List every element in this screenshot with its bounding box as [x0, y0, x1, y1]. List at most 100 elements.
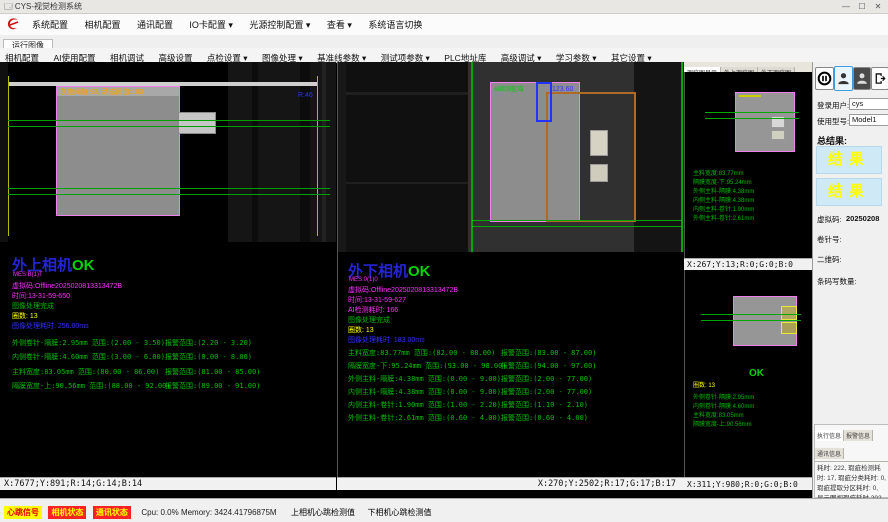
thumb-measure-line: 主料宽度:83.05mm — [693, 410, 744, 419]
result-box-upper: 结果 — [816, 146, 882, 174]
measurement-row: 内侧主料-卷针:1.90mm 范围:(1.00 - 2.20) — [348, 400, 501, 410]
yellow-guide-line — [8, 76, 9, 236]
middle-time-text: 时间:13-31-59-627 — [348, 295, 406, 305]
machinery-shade — [300, 62, 310, 242]
info-tab-bar: 执行信息报警信息通讯信息 — [815, 425, 888, 462]
thumbnail-panel-top[interactable]: 主料宽度:83.77mm 隔膜宽度-下:95.24mm 外侧主料-隔膜:4.38… — [684, 72, 812, 258]
virtual-code-value: 20250208 — [846, 214, 879, 223]
camera-status-badge: 相机状态 — [48, 506, 86, 519]
menu-io-config[interactable]: IO卡配置 ▾ — [183, 14, 239, 31]
ai-detect-box-orange — [546, 92, 636, 222]
thumb-measure-line: 隔膜宽度-下:95.24mm — [693, 177, 752, 186]
measure-line-green — [705, 112, 799, 113]
thumb2-ok-status: OK — [749, 368, 764, 379]
secondary-toolbar: 相机配置 AI使用配置 相机调试 高级设置 点检设置 ▾ 图像处理 ▾ 基准线参… — [0, 48, 888, 63]
alarm-range: 报警范围:(83.00 - 87.00) — [501, 348, 596, 358]
r-value-overlay: R:46 — [298, 92, 313, 99]
left-done-text: 图像处理完成 — [12, 301, 54, 311]
machinery-shade — [634, 62, 684, 252]
thumb-measure-line: 外侧主料-卷针:2.61mm — [693, 213, 754, 222]
alarm-range: 报警范围:(0.00 - 8.00) — [165, 352, 252, 362]
measure-line-green — [8, 120, 330, 121]
measurement-row: 内侧主料-隔膜:4.38mm 范围:(0.00 - 9.00) — [348, 387, 501, 397]
comm-status-badge: 通讯状态 — [93, 506, 131, 519]
title-bar: 🗔 CYS-视觉检测系统 —☐✕ — [0, 0, 888, 14]
menu-comm-config[interactable]: 通讯配置 — [131, 14, 179, 31]
user-dark-icon — [854, 69, 870, 88]
result-box-lower: 结果 — [816, 178, 882, 206]
left-panel-statusbar: X:7677;Y:891;R:14;G:14;B:14 — [0, 477, 336, 490]
virtual-code-label: 虚拟码: — [817, 214, 842, 225]
user-dark-button[interactable] — [853, 67, 871, 90]
thumb-measure-line: 内侧主料-卷针:1.90mm — [693, 204, 754, 213]
threshold-overlay-text: 灰度阈值:93, 动态阈值:100 — [60, 87, 143, 97]
middle-cursor-coords: X:270;Y:2502;R:17;G:17;B:17 — [538, 479, 676, 489]
user-login-button[interactable] — [834, 66, 853, 91]
measure-line-green — [8, 194, 330, 195]
thumb-measure-line: 内侧卷针-隔膜:4.60mm — [693, 401, 754, 410]
measurement-row: 外侧主料-隔膜:4.38mm 范围:(0.00 - 9.00) — [348, 374, 501, 384]
thumb2-statusbar: X:311;Y:980;R:0;G:0;B:0 — [684, 477, 812, 490]
login-user-label: 登录用户: — [817, 100, 849, 111]
login-user-field[interactable]: cys — [849, 98, 888, 110]
yellow-guide-line — [317, 76, 318, 236]
machinery-shade — [228, 62, 336, 242]
model-field[interactable]: Model1 — [849, 114, 888, 126]
left-time-text: 时间:13-31-59-650 — [12, 291, 70, 301]
machinery-shade — [346, 62, 468, 252]
exit-icon — [872, 69, 888, 88]
menu-bar: 系统配置 相机配置 通讯配置 IO卡配置 ▾ 光源控制配置 ▾ 查看 ▾ 系统语… — [0, 14, 888, 36]
gripper-part — [178, 112, 216, 134]
cell-region-box — [735, 92, 795, 152]
thumb-measure-line: 主料宽度:83.77mm — [693, 168, 744, 177]
alarm-range: 报警范围:(0.60 - 4.00) — [501, 413, 588, 423]
ai-region-label: AI检测区域 — [494, 84, 524, 93]
left-camera-panel[interactable]: 灰度阈值:93, 动态阈值:100 R:46 外上相机OK MES:B(1)T … — [0, 62, 336, 477]
user-icon — [835, 68, 852, 89]
thumb-measure-line: 内侧主料-隔膜:4.38mm — [693, 195, 754, 204]
qr-code-label: 二维码: — [817, 254, 842, 265]
upper-camera-heartbeat: 上相机心跳检测值 — [291, 508, 355, 517]
menu-light-config[interactable]: 光源控制配置 ▾ — [243, 14, 316, 31]
measure-value-blue: 123.60 — [552, 86, 573, 93]
alarm-range: 报警范围:(89.00 - 91.00) — [165, 381, 260, 391]
maximize-button[interactable]: ☐ — [854, 0, 870, 13]
info-panel: 执行信息报警信息通讯信息 耗时: 222, 瑕疵检测耗时: 17, 瑕疵分类耗时… — [814, 424, 888, 498]
left-ok-status: OK — [72, 257, 95, 274]
menu-camera-config[interactable]: 相机配置 — [78, 14, 126, 31]
measurement-row: 隔膜宽度-上:90.56mm 范围:(88.00 - 92.00) — [12, 381, 171, 391]
right-sidebar: 登录用户: cys 使用型号: Model1 总结果: 结果 结果 虚拟码: 2… — [812, 62, 888, 498]
bottom-status-bar: 心跳信号 相机状态 通讯状态 Cpu: 0.0% Memory: 3424.41… — [0, 498, 888, 522]
tab-exec-info[interactable]: 执行信息 — [815, 430, 844, 441]
measurement-row: 主料宽度:83.05mm 范围:(80.00 - 86.00) — [12, 367, 159, 377]
measure-box-blue — [536, 82, 552, 122]
left-turns-text: 圈数: 13 — [12, 311, 38, 321]
thumb1-cursor-coords: X:267;Y:13;R:0;G:0;B:0 — [687, 260, 793, 269]
tab-alarm-info[interactable]: 报警信息 — [844, 430, 873, 441]
alarm-range: 报警范围:(1.10 - 2.10) — [501, 400, 588, 410]
middle-ai-elapsed-text: AI检测耗时: 166 — [348, 305, 398, 315]
barcode-count-label: 条码写数量: — [817, 276, 857, 287]
middle-elapsed-text: 图像处理耗时: 183.00ms — [348, 335, 425, 345]
close-button[interactable]: ✕ — [870, 0, 886, 13]
machinery-shade — [252, 62, 258, 242]
thumbnail-panel-bottom[interactable]: OK 圈数: 13 外侧卷针-隔膜:2.95mm 内侧卷针-隔膜:4.60mm … — [684, 270, 812, 477]
exit-button[interactable] — [871, 67, 888, 90]
menu-view[interactable]: 查看 ▾ — [321, 14, 358, 31]
minimize-button[interactable]: — — [838, 0, 854, 13]
alarm-range: 报警范围:(81.00 - 85.00) — [165, 367, 260, 377]
threshold-mark — [739, 95, 761, 97]
pause-button[interactable] — [815, 67, 834, 90]
metal-part — [771, 130, 785, 140]
middle-mes-text: MES:0(1)0 — [349, 277, 378, 283]
menu-language-switch[interactable]: 系统语言切换 — [362, 14, 428, 31]
measure-line-green — [705, 118, 799, 119]
measure-line-green — [471, 226, 683, 227]
middle-camera-panel[interactable]: AI检测区域 123.60 外下相机OK MES:0(1)0 虚拟码:Offli… — [337, 62, 684, 477]
measure-line-green — [8, 188, 330, 189]
tab-comm-info[interactable]: 通讯信息 — [815, 448, 844, 459]
app-window: 🗔 CYS-视觉检测系统 —☐✕ 系统配置 相机配置 通讯配置 IO卡配置 ▾ … — [0, 0, 888, 522]
menu-system-config[interactable]: 系统配置 — [26, 14, 74, 31]
defect-highlight — [781, 306, 797, 320]
document-tab-row: 运行图像 — [0, 35, 888, 49]
